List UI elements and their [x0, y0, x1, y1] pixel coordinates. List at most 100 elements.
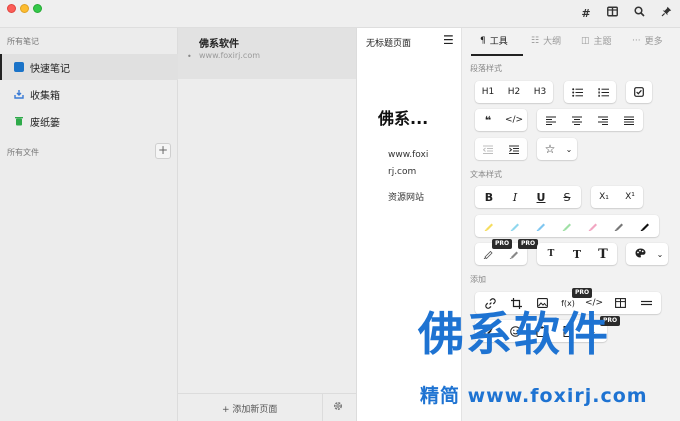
h2-button[interactable]: H2: [501, 81, 527, 103]
align-group: [537, 109, 643, 131]
bullet-list-icon[interactable]: [564, 81, 590, 103]
code-block-icon[interactable]: </>: [501, 109, 527, 131]
theme-icon: ◫: [581, 35, 590, 46]
palette-icon: [627, 248, 653, 261]
watermark-url: 精简 www.foxirj.com: [420, 385, 648, 407]
trash-icon: [14, 116, 24, 126]
pilcrow-icon: ¶: [480, 35, 486, 46]
note-preview: www.foxirj.com: [199, 51, 260, 60]
italic-button[interactable]: I: [502, 186, 528, 208]
align-left-icon[interactable]: [538, 109, 564, 131]
align-center-icon[interactable]: [564, 109, 590, 131]
checkbox-list-icon[interactable]: [626, 81, 652, 103]
highlighter-green-icon[interactable]: [554, 215, 580, 237]
document-line[interactable]: rj.com: [388, 167, 416, 177]
close-window-button[interactable]: [7, 4, 16, 13]
tab-label: 主题: [593, 37, 612, 47]
font-size-group: T T T: [537, 243, 617, 265]
document-line[interactable]: 资源网站: [388, 190, 424, 203]
block-group: ❝ </>: [475, 109, 527, 131]
section-label-all-notes: 所有笔记: [7, 37, 39, 46]
pro-badge: PRO: [572, 288, 593, 298]
font-small-button[interactable]: T: [538, 243, 564, 265]
palette-dropdown[interactable]: ⌄: [626, 243, 668, 265]
h1-button[interactable]: H1: [475, 81, 501, 103]
columns-icon[interactable]: [604, 6, 620, 22]
note-list: 佛系软件 • www.foxirj.com + 添加新页面: [178, 28, 357, 421]
highlighter-yellow-icon[interactable]: [476, 215, 502, 237]
sidebar-item-inbox[interactable]: 收集箱: [0, 81, 178, 107]
h3-button[interactable]: H3: [527, 81, 553, 103]
note-icon: [14, 62, 24, 72]
more-icon: ···: [632, 35, 641, 46]
section-label-all-files: 所有文件: [7, 148, 39, 157]
search-icon[interactable]: [631, 6, 647, 22]
strikethrough-button[interactable]: S: [554, 186, 580, 208]
numbered-list-icon[interactable]: [590, 81, 616, 103]
pro-badge: PRO: [492, 239, 513, 249]
highlighter-black-icon[interactable]: [632, 215, 658, 237]
title-bar: #: [0, 0, 680, 28]
superscript-button[interactable]: X¹: [617, 186, 643, 208]
script-group: X₁ X¹: [591, 186, 643, 208]
pin-icon[interactable]: [658, 6, 674, 22]
sidebar-item-label: 快速笔记: [30, 63, 70, 75]
tab-outline[interactable]: ☷ 大纲: [531, 34, 562, 48]
divider: [322, 394, 323, 421]
tab-theme[interactable]: ◫ 主题: [581, 34, 612, 48]
text-style-group: B I U S: [475, 186, 581, 208]
document-heading[interactable]: 佛系...: [378, 105, 428, 129]
highlighter-group: [475, 215, 659, 237]
section-label-add: 添加: [470, 275, 486, 284]
font-medium-button[interactable]: T: [564, 243, 590, 265]
list-group: [564, 81, 616, 103]
heading-group: H1 H2 H3: [475, 81, 553, 103]
note-list-footer: + 添加新页面: [178, 393, 356, 421]
indent-group: [475, 138, 527, 160]
sidebar-item-quick-notes[interactable]: 快速笔记: [0, 54, 178, 80]
sidebar-item-trash[interactable]: 废纸篓: [0, 108, 178, 134]
tab-tools[interactable]: ¶ 工具: [480, 34, 508, 48]
add-page-button[interactable]: + 添加新页面: [222, 402, 277, 415]
page-title[interactable]: 无标题页面: [366, 36, 411, 49]
pro-badge: PRO: [518, 239, 539, 249]
highlighter-pink-icon[interactable]: [580, 215, 606, 237]
subscript-button[interactable]: X₁: [591, 186, 617, 208]
quote-icon[interactable]: ❝: [475, 109, 501, 131]
sidebar-item-label: 废纸篓: [30, 117, 60, 129]
section-label-text: 文本样式: [470, 170, 502, 179]
outdent-icon[interactable]: [475, 138, 501, 160]
minimize-window-button[interactable]: [20, 4, 29, 13]
zoom-window-button[interactable]: [33, 4, 42, 13]
star-dropdown[interactable]: ☆ ⌄: [537, 138, 577, 160]
chevron-down-icon: ⌄: [565, 144, 573, 154]
note-title: 佛系软件: [199, 39, 239, 50]
highlighter-blue-icon[interactable]: [528, 215, 554, 237]
bold-button[interactable]: B: [476, 186, 502, 208]
tab-label: 更多: [644, 37, 663, 47]
add-folder-button[interactable]: +: [155, 143, 171, 159]
watermark-logo-text: 佛系软件: [418, 307, 610, 361]
sidebar: 所有笔记 快速笔记 收集箱 废纸篓 所有文件 +: [0, 28, 178, 421]
tab-label: 工具: [489, 37, 508, 47]
document-line[interactable]: www.foxi: [388, 150, 428, 160]
star-icon: ☆: [544, 142, 556, 156]
table-icon[interactable]: [607, 292, 633, 314]
bullet-icon: •: [187, 52, 192, 61]
menu-icon[interactable]: ☰: [443, 33, 454, 47]
tab-more[interactable]: ··· 更多: [632, 34, 663, 48]
align-justify-icon[interactable]: [616, 109, 642, 131]
font-large-button[interactable]: T: [590, 243, 616, 265]
underline-button[interactable]: U: [528, 186, 554, 208]
hash-icon[interactable]: #: [578, 6, 594, 22]
highlighter-cyan-icon[interactable]: [502, 215, 528, 237]
indent-icon[interactable]: [501, 138, 527, 160]
divider-icon[interactable]: [633, 292, 659, 314]
list-item[interactable]: 佛系软件 • www.foxirj.com: [178, 28, 356, 79]
tab-label: 大纲: [543, 37, 562, 47]
highlighter-gray-icon[interactable]: [606, 215, 632, 237]
align-right-icon[interactable]: [590, 109, 616, 131]
gear-icon[interactable]: [333, 401, 343, 414]
section-label-paragraph: 段落样式: [470, 64, 502, 73]
chevron-down-icon: ⌄: [656, 249, 664, 259]
